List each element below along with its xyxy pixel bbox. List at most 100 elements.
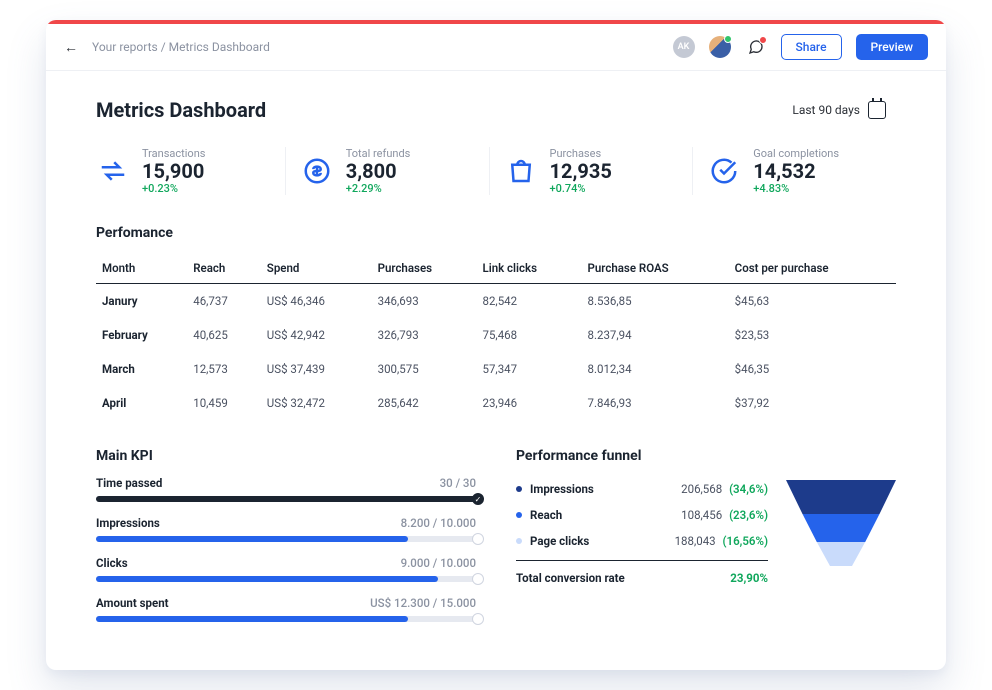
kpi-delta: +0.74% <box>550 182 612 195</box>
kpi-progress-endcap <box>472 533 484 545</box>
kpi-progress-label: Impressions <box>96 516 160 530</box>
funnel-item-value: 206,568 (34,6%) <box>681 482 768 496</box>
table-row: Janury46,737US$ 46,346346,69382,5428.536… <box>96 284 896 319</box>
calendar-icon <box>868 101 886 119</box>
kpi-progress-value: US$ 12.300 / 15.000 <box>370 596 476 610</box>
cell-spend: US$ 37,439 <box>261 352 372 386</box>
date-range-picker[interactable]: Last 90 days <box>782 95 896 125</box>
table-row: April10,459US$ 32,472285,64223,9467.846,… <box>96 386 896 420</box>
cell-purchases: 346,693 <box>372 284 477 319</box>
kpi-progress-label: Time passed <box>96 476 162 490</box>
funnel-dot <box>516 538 522 544</box>
cell-spend: US$ 46,346 <box>261 284 372 319</box>
funnel-item: Reach 108,456 (23,6%) <box>516 502 768 528</box>
cell-reach: 10,459 <box>187 386 261 420</box>
funnel-item-label: Page clicks <box>530 534 612 548</box>
cell-purchases: 300,575 <box>372 352 477 386</box>
lower-row: Main KPI Time passed 30 / 30 ✓ Impressions 8… <box>96 448 896 636</box>
share-button[interactable]: Share <box>781 34 842 60</box>
kpi-progress-value: 30 / 30 <box>440 476 476 490</box>
arrows-exchange-icon <box>96 154 130 188</box>
funnel-chart <box>786 480 896 570</box>
breadcrumb-current[interactable]: Metrics Dashboard <box>169 40 270 54</box>
kpi-value: 15,900 <box>142 160 205 182</box>
cell-roas: 8.012,34 <box>582 352 729 386</box>
app-window: ← Your reports / Metrics Dashboard AK Sh… <box>46 20 946 670</box>
kpi-cards-row: Transactions 15,900 +0.23% Total refunds… <box>96 147 896 195</box>
kpi-progress-bar <box>96 616 476 622</box>
kpi-progress-row: Amount spentUS$ 12.300 / 15.000 <box>96 596 476 622</box>
page-body: Metrics Dashboard Last 90 days Transacti… <box>46 71 946 670</box>
col-reach: Reach <box>187 253 261 284</box>
cell-link-clicks: 75,468 <box>477 318 582 352</box>
funnel-item-percent: (34,6%) <box>729 482 768 496</box>
kpi-delta: +2.29% <box>346 182 411 195</box>
cell-month: February <box>96 318 187 352</box>
kpi-progress-endcap <box>472 613 484 625</box>
col-roas: Purchase ROAS <box>582 253 729 284</box>
funnel-item-label: Reach <box>530 508 612 522</box>
back-button[interactable]: ← <box>64 39 78 56</box>
main-kpi-panel: Main KPI Time passed 30 / 30 ✓ Impressions 8… <box>96 448 476 636</box>
cell-cpp: $46,35 <box>729 352 896 386</box>
kpi-progress-label: Clicks <box>96 556 128 570</box>
kpi-progress-row: Clicks9.000 / 10.000 <box>96 556 476 582</box>
shopping-bag-icon <box>504 154 538 188</box>
funnel-dot <box>516 512 522 518</box>
table-row: February40,625US$ 42,942326,79375,4688.2… <box>96 318 896 352</box>
funnel-item-percent: (23,6%) <box>729 508 768 522</box>
avatar-collaborator-ak[interactable]: AK <box>673 36 695 58</box>
cell-purchases: 285,642 <box>372 386 477 420</box>
table-row: March12,573US$ 37,439300,57557,3478.012,… <box>96 352 896 386</box>
kpi-progress-bar: ✓ <box>96 496 476 502</box>
cell-link-clicks: 23,946 <box>477 386 582 420</box>
funnel-panel: Performance funnel Impressions206,568 (3… <box>516 448 896 636</box>
cell-roas: 7.846,93 <box>582 386 729 420</box>
cell-cpp: $45,63 <box>729 284 896 319</box>
funnel-item: Impressions 206,568 (34,6%) <box>516 476 768 502</box>
funnel-item-label: Impressions <box>530 482 612 496</box>
cell-month: April <box>96 386 187 420</box>
preview-button[interactable]: Preview <box>856 34 929 60</box>
kpi-value: 3,800 <box>346 160 411 182</box>
funnel-item-value: 108,456 (23,6%) <box>681 508 768 522</box>
kpi-delta: +0.23% <box>142 182 205 195</box>
funnel-total-row: Total conversion rate 23,90% <box>516 560 768 585</box>
main-kpi-title: Main KPI <box>96 448 476 464</box>
kpi-progress-endcap: ✓ <box>472 493 484 505</box>
funnel-item: Page clicks 188,043 (16,56%) <box>516 528 768 554</box>
check-circle-icon <box>707 154 741 188</box>
kpi-progress-endcap <box>472 573 484 585</box>
breadcrumb[interactable]: Your reports / Metrics Dashboard <box>92 40 270 54</box>
date-range-label: Last 90 days <box>792 103 860 117</box>
col-clicks: Link clicks <box>477 253 582 284</box>
kpi-progress-bar <box>96 576 476 582</box>
cell-roas: 8.536,85 <box>582 284 729 319</box>
topbar: ← Your reports / Metrics Dashboard AK Sh… <box>46 24 946 71</box>
col-purchases: Purchases <box>372 253 477 284</box>
avatar-collaborator-photo[interactable] <box>709 36 731 58</box>
funnel-total-label: Total conversion rate <box>516 571 625 585</box>
kpi-value: 12,935 <box>550 160 612 182</box>
kpi-progress-value: 8.200 / 10.000 <box>401 516 476 530</box>
kpi-value: 14,532 <box>753 160 839 182</box>
kpi-card-purchases: Purchases 12,935 +0.74% <box>489 147 693 195</box>
cell-reach: 40,625 <box>187 318 261 352</box>
kpi-card-goal-completions: Goal completions 14,532 +4.83% <box>692 147 896 195</box>
funnel-item-percent: (16,56%) <box>723 534 769 548</box>
col-cpp: Cost per purchase <box>729 253 896 284</box>
refund-circle-icon <box>300 154 334 188</box>
funnel-segment-2 <box>786 514 896 542</box>
breadcrumb-parent[interactable]: Your reports <box>92 40 158 54</box>
kpi-progress-row: Time passed 30 / 30 ✓ <box>96 476 476 502</box>
funnel-list: Impressions 206,568 (34,6%) Reach 108,456 (… <box>516 476 768 585</box>
kpi-delta: +4.83% <box>753 182 839 195</box>
funnel-item-value: 188,043 (16,56%) <box>675 534 768 548</box>
performance-title: Perfomance <box>96 225 896 241</box>
comments-icon[interactable] <box>745 36 767 58</box>
table-header-row: Month Reach Spend Purchases Link clicks … <box>96 253 896 284</box>
col-spend: Spend <box>261 253 372 284</box>
kpi-card-refunds: Total refunds 3,800 +2.29% <box>285 147 489 195</box>
cell-spend: US$ 42,942 <box>261 318 372 352</box>
cell-reach: 46,737 <box>187 284 261 319</box>
